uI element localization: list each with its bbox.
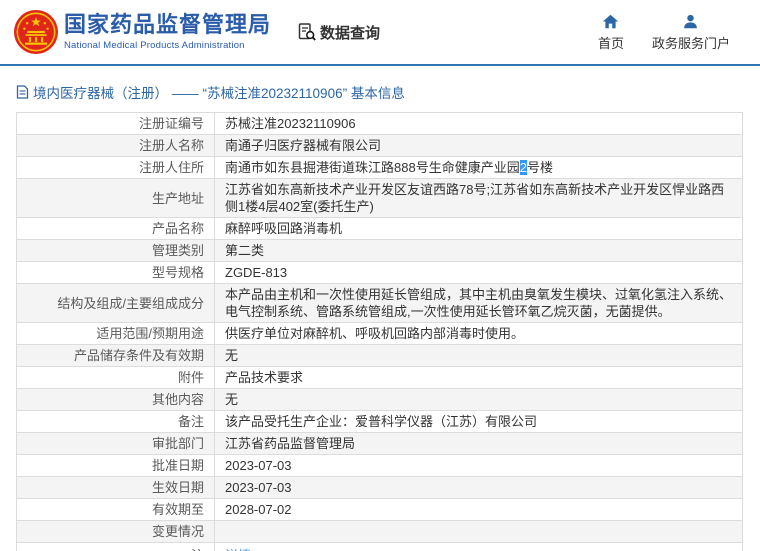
row-label: 结构及组成/主要组成成分 [16,283,215,323]
row-label: 生产地址 [16,178,215,218]
value-text: 号楼 [526,160,553,175]
header-nav: 首页 政务服务门户 [598,13,760,52]
user-icon [684,14,698,28]
row-value: 本产品由主机和一次性使用延长管组成，其中主机由臭氧发生模块、过氧化氢注入系统、电… [214,283,743,323]
table-row: 注册证编号 苏械注准20232110906 [16,112,743,135]
table-row: 附件 产品技术要求 [16,366,743,389]
breadcrumb: 境内医疗器械（注册） —— “苏械注准20232110906” 基本信息 [0,66,760,112]
row-value: 江苏省药品监督管理局 [214,432,743,455]
row-label: 变更情况 [16,520,215,543]
document-search-icon [298,23,316,41]
table-row: 变更情况 [16,520,743,543]
row-value: 2023-07-03 [214,454,743,477]
registration-info-table: 注册证编号 苏械注准20232110906 注册人名称 南通子归医疗器械有限公司 注册人… [16,112,743,551]
row-label: 适用范围/预期用途 [16,322,215,345]
site-title-block: 国家药品监督管理局 National Medical Products Admi… [64,11,272,52]
row-value: 该产品受托生产企业：爱普科学仪器（江苏）有限公司 [214,410,743,433]
row-label: 注册证编号 [16,112,215,135]
table-row: 其他内容无 [16,388,743,411]
table-row: 备注 该产品受托生产企业：爱普科学仪器（江苏）有限公司 [16,410,743,433]
table-row: 产品储存条件及有效期无 [16,344,743,367]
selected-text: 2 [519,160,527,175]
data-query-button[interactable]: 数据查询 [297,22,380,43]
row-value [214,520,743,543]
table-row: 审批部门 江苏省药品监督管理局 [16,432,743,455]
table-row: 有效期至 2028-07-02 [16,498,743,521]
row-value: 2028-07-02 [214,498,743,521]
row-label: 审批部门 [16,432,215,455]
table-row: 生效日期 2023-07-03 [16,476,743,499]
table-row: 结构及组成/主要组成成分 本产品由主机和一次性使用延长管组成，其中主机由臭氧发生模… [16,283,743,323]
table-row: 产品名称 麻醉呼吸回路消毒机 [16,217,743,240]
row-label: 产品储存条件及有效期 [16,344,215,367]
row-label: 型号规格 [16,261,215,284]
registration-info-section: 注册证编号 苏械注准20232110906 注册人名称 南通子归医疗器械有限公司 注册人… [0,112,760,551]
row-label: 产品名称 [16,217,215,240]
data-query-label: 数据查询 [320,24,381,42]
row-label: 备注 [16,410,215,433]
row-label: 生效日期 [16,476,215,499]
table-row: 批准日期 2023-07-03 [16,454,743,477]
table-row: 注册人住所 南通市如东县掘港街道珠江路888号生命健康产业园2号楼 [16,156,743,179]
row-label: 注册人住所 [16,156,215,179]
table-row: 管理类别 第二类 [16,239,743,262]
row-value: ZGDE-813 [214,261,743,284]
site-title: 国家药品监督管理局 [64,11,272,37]
row-value: 供医疗单位对麻醉机、呼吸机回路内部消毒时使用。 [214,322,743,345]
info-table-body: 注册证编号 苏械注准20232110906 注册人名称 南通子归医疗器械有限公司 注册人… [16,112,743,551]
row-label: 批准日期 [16,454,215,477]
row-value: 第二类 [214,239,743,262]
value-text: 南通市如东县掘港街道珠江路888号生命健康产业园 [225,160,520,175]
row-value: 无 [214,344,743,367]
row-label: 注 [16,542,215,551]
nav-label-home: 首页 [597,35,624,51]
row-value: 详情 [214,542,743,551]
table-row: 型号规格 ZGDE-813 [16,261,743,284]
nav-label-gov-portal: 政务服务门户 [651,35,730,51]
row-value: 南通市如东县掘港街道珠江路888号生命健康产业园2号楼 [214,156,743,179]
table-row: 注详情 [16,542,743,551]
site-subtitle: National Medical Products Administration [64,40,245,52]
site-logo[interactable]: 国家药品监督管理局 National Medical Products Admi… [14,10,271,54]
row-label: 附件 [16,366,215,389]
row-label: 其他内容 [16,388,215,411]
home-icon [603,14,619,28]
table-row: 注册人名称 南通子归医疗器械有限公司 [16,134,743,157]
row-label: 注册人名称 [16,134,215,157]
site-header: 国家药品监督管理局 National Medical Products Admi… [0,0,760,66]
row-value: 苏械注准20232110906 [214,112,743,135]
row-value: 江苏省如东高新技术产业开发区友谊西路78号;江苏省如东高新技术产业开发区悍业路西… [214,178,743,218]
document-icon [16,85,29,99]
row-value: 无 [214,388,743,411]
table-row: 生产地址 江苏省如东高新技术产业开发区友谊西路78号;江苏省如东高新技术产业开发区… [16,178,743,218]
row-value: 产品技术要求 [214,366,743,389]
row-label: 有效期至 [16,498,215,521]
page-title: 境内医疗器械（注册） —— “苏械注准20232110906” 基本信息 [33,86,405,101]
table-row: 适用范围/预期用途 供医疗单位对麻醉机、呼吸机回路内部消毒时使用。 [16,322,743,345]
national-emblem-icon [14,10,58,54]
row-value: 南通子归医疗器械有限公司 [214,134,743,157]
row-value: 2023-07-03 [214,476,743,499]
nav-item-home[interactable]: 首页 [598,13,624,52]
row-value: 麻醉呼吸回路消毒机 [214,217,743,240]
nav-item-gov-portal[interactable]: 政务服务门户 [652,13,730,52]
row-label: 管理类别 [16,239,215,262]
